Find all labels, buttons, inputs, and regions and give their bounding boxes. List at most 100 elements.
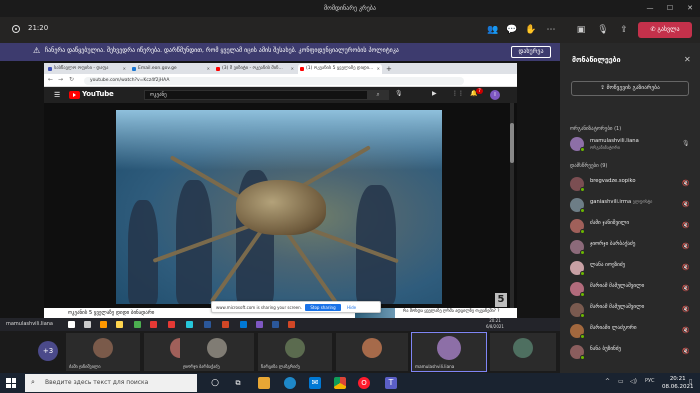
participant-row[interactable]: ჯიორჯი ბარბაქაძე 🔇 (570, 240, 694, 255)
avatar (93, 338, 113, 358)
stop-sharing-button[interactable]: Stop sharing (305, 304, 341, 311)
browser-tab[interactable]: (3) მ ვიზიტი - ოკეანის მინ... ✕ (214, 64, 296, 74)
cortana-icon[interactable]: ○ (209, 377, 221, 389)
participants-panel: მონაწილეები ✕ ⇪ მოწვევის გაზიარება ორგან… (560, 43, 700, 373)
shared-browser-window: სასწავლო ოფისი - დაფა ✕ Email.eon.gov.ge ✕… (44, 63, 517, 318)
participant-row[interactable]: ძამი ჯანიშვილი 🔇 (570, 219, 694, 234)
start-button[interactable] (6, 378, 16, 388)
task-view-icon[interactable]: ⧉ (232, 377, 244, 389)
more-participants-button[interactable]: +3 (38, 341, 58, 361)
participant-tile[interactable] (336, 333, 408, 371)
url-field[interactable]: youtube.com/watch?v=Kcz4f2jHAA (84, 77, 464, 85)
reload-icon[interactable]: ↻ (69, 76, 74, 83)
avatar (570, 240, 585, 255)
youtube-logo-icon[interactable] (69, 91, 80, 99)
mic-off-icon: 🔇 (682, 327, 690, 334)
meeting-toolbar: 21:20 👥 💬 ✋ ⋯ ▣ 🎙 ⇪ ✆ გასვლა (0, 17, 700, 43)
page-scrollbar[interactable] (510, 103, 514, 308)
people-icon[interactable]: 👥 (486, 23, 500, 37)
browser-tab-active[interactable]: (1) ოკეანის 5 ყველაზე დიდი... ✕ (298, 64, 382, 74)
maximize-button[interactable]: ☐ (660, 0, 680, 17)
close-window-button[interactable]: ✕ (680, 0, 700, 17)
mic-off-icon: 🔇 (682, 306, 690, 313)
video-player[interactable] (116, 110, 442, 304)
organizers-header[interactable]: ორგანიზატორები (1) (570, 126, 621, 132)
mail-icon[interactable]: ✉ (309, 377, 321, 389)
apps-grid-icon[interactable]: ⋮⋮ (452, 90, 464, 97)
window-title: მომდინარე კრება (324, 5, 376, 12)
minimize-button[interactable]: — (640, 0, 660, 17)
browser-tab[interactable]: სასწავლო ოფისი - დაფა ✕ (46, 64, 128, 74)
screen-share-notice: www.microsoft.com is sharing your screen… (211, 301, 381, 313)
participant-tile[interactable]: ჯიორჯი ბარბაქაძე (180, 333, 254, 371)
taskbar-app-icon (134, 321, 141, 328)
participant-name: mamulashvili.liana (415, 364, 455, 369)
back-icon[interactable]: ← (48, 76, 53, 83)
participant-row[interactable]: ganiashvili.irma ელფოსტი 🔇 (570, 198, 694, 213)
edge-icon[interactable] (284, 377, 296, 389)
presenter-clock: 20:21 6/8/2021 (486, 318, 504, 329)
participant-row[interactable]: ნანა ბუზინძე 🔇 (570, 345, 694, 360)
taskbar-search-input[interactable]: ⌕ Введите здесь текст для поиска (25, 374, 197, 392)
spider-crab (236, 180, 326, 235)
participant-row[interactable]: მარიამ მამულაშვილი 🔇 (570, 282, 694, 297)
attendees-header[interactable]: დამსწრეები (9) (570, 163, 607, 169)
reactions-icon[interactable]: ✋ (524, 23, 538, 37)
windows-taskbar: ⌕ Введите здесь текст для поиска ○ ⧉ ✉ O… (0, 373, 700, 393)
presenter-name: mamulashvili.liana (6, 321, 53, 327)
file-explorer-icon[interactable] (258, 377, 270, 389)
participant-row[interactable]: bregvadze.sopiko 🔇 (570, 177, 694, 192)
taskbar-app-icon (168, 321, 175, 328)
browser-tabs: სასწავლო ოფისი - დაფა ✕ Email.eon.gov.ge ✕… (44, 63, 517, 74)
chrome-icon[interactable] (334, 377, 346, 389)
participant-row[interactable]: ლანა იოეზიძე 🔇 (570, 261, 694, 276)
teams-icon[interactable]: T (385, 377, 397, 389)
recording-icon (12, 25, 20, 33)
participant-row[interactable]: მარიამ მამულაშვილი 🔇 (570, 303, 694, 318)
participant-name: ჯიორჯი ბარბაქაძე (590, 241, 636, 247)
youtube-brand[interactable]: YouTube (82, 90, 114, 98)
tray-expand-icon[interactable]: ^ (605, 378, 610, 385)
participant-tile[interactable]: ნარგიზა ლაზგრიძე (258, 333, 332, 371)
presenter-taskbar: mamulashvili.liana 20:21 6/8/2021 (0, 318, 560, 331)
notifications-icon[interactable]: ▯ (689, 378, 692, 385)
account-avatar[interactable]: I (490, 90, 500, 100)
mic-icon[interactable]: 🎙 (596, 23, 610, 37)
warning-icon: ⚠ (33, 46, 41, 55)
search-icon[interactable]: ⌕ (367, 90, 389, 100)
related-video-title[interactable]: რა მოხდა ყველაზე ღრმა ადგილზე ოკეანეში? … (403, 308, 503, 313)
network-icon[interactable]: ▭ (618, 378, 624, 385)
participant-gallery: +3 ძამი ჯანიშვილი ჯიორჯი ბარბაქაძე ნარგი… (0, 331, 560, 373)
chat-icon[interactable]: 💬 (505, 23, 519, 37)
forward-icon[interactable]: → (58, 76, 63, 83)
share-invite-button[interactable]: ⇪ მოწვევის გაზიარება (571, 81, 689, 96)
participant-row[interactable]: მარიამი ლაძგორი 🔇 (570, 324, 694, 339)
youtube-search-input[interactable]: ოკეანე (144, 90, 369, 100)
browser-tab[interactable]: Email.eon.gov.ge ✕ (130, 64, 212, 74)
mic-off-icon: 🔇 (682, 180, 690, 187)
participant-tile[interactable]: ძამი ჯანიშვილი (66, 333, 140, 371)
language-indicator[interactable]: РУС (645, 378, 655, 384)
mic-off-icon: 🔇 (682, 285, 690, 292)
volume-icon[interactable]: ◁) (630, 378, 637, 385)
hamburger-menu-icon[interactable]: ☰ (54, 91, 60, 99)
share-icon[interactable]: ⇪ (617, 23, 631, 37)
new-tab-button[interactable]: + (384, 64, 394, 74)
channel-watermark[interactable]: 5 (495, 293, 507, 307)
close-icon[interactable]: ✕ (684, 55, 691, 64)
dismiss-banner-button[interactable]: დახურვა (511, 46, 551, 58)
participant-tile[interactable] (490, 333, 556, 371)
opera-icon[interactable]: O (358, 377, 370, 389)
camera-icon[interactable]: ▣ (574, 23, 588, 37)
active-speaker-tile[interactable]: mamulashvili.liana (411, 332, 487, 372)
hide-notice-button[interactable]: Hide (347, 305, 356, 310)
diver-silhouette (128, 200, 158, 304)
create-video-icon[interactable]: ▶ (432, 90, 437, 97)
taskbar-app-icon (288, 321, 295, 328)
more-icon[interactable]: ⋯ (544, 23, 558, 37)
diver-silhouette (356, 185, 396, 304)
leave-button[interactable]: ✆ გასვლა (638, 22, 692, 38)
participant-row[interactable]: mamulashvili.liana ორგანიზატორი 🎙 (570, 137, 694, 152)
voice-search-icon[interactable]: 🎙 (395, 90, 403, 97)
youtube-page: ☰ YouTube ოკეანე ⌕ 🎙 ▶ ⋮⋮ 🔔 7 I 5 (44, 87, 517, 308)
